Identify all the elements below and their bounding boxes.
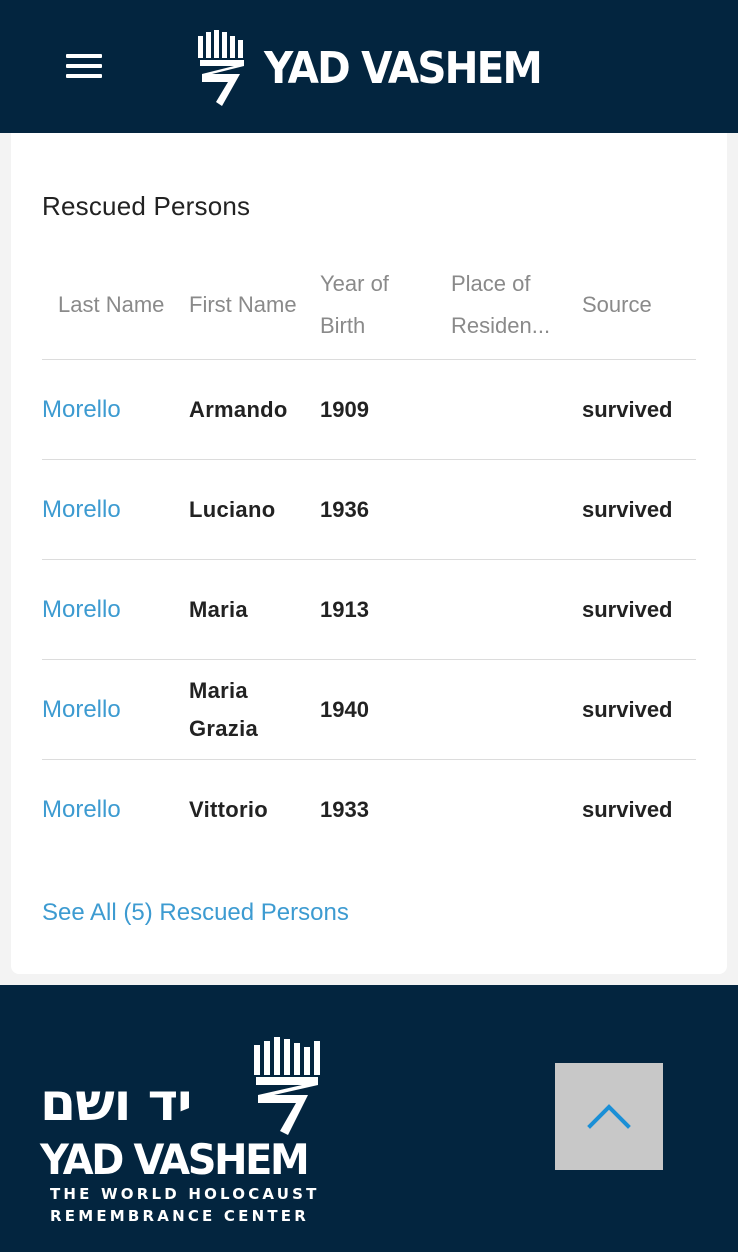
first-name-cell: Armando	[189, 359, 320, 460]
menorah-logo-icon	[254, 1037, 320, 1135]
column-header-first-name[interactable]: First Name	[189, 243, 320, 360]
column-header-year-of-birth[interactable]: Year of Birth	[320, 243, 451, 360]
rescued-persons-card: Rescued Persons Last Name First Name Yea…	[11, 133, 727, 974]
last-name-link[interactable]: Morello	[42, 496, 121, 523]
hamburger-menu-icon[interactable]	[66, 54, 102, 80]
last-name-link[interactable]: Morello	[42, 796, 121, 823]
table-row: Morello Luciano 1936 survived	[42, 459, 696, 560]
source-cell: survived	[582, 796, 673, 822]
section-title: Rescued Persons	[42, 191, 251, 221]
column-header-place-of-residence[interactable]: Place of Residen...	[451, 243, 582, 360]
table-row: Morello Maria 1913 survived	[42, 559, 696, 660]
place-of-residence-cell	[451, 459, 582, 560]
back-to-top-button[interactable]	[555, 1063, 663, 1170]
footer-logo[interactable]: יד ושם YAD VASHEM THE WORLD HOLOCAUST RE…	[40, 1037, 330, 1232]
source-cell: survived	[582, 459, 696, 560]
table-row: Morello Maria Grazia 1940 survived	[42, 659, 696, 760]
footer-tagline-line-2: REMEMBRANCE CENTER	[50, 1207, 309, 1225]
table-row: Morello Armando 1909 survived	[42, 359, 696, 460]
source-cell: survived	[582, 559, 696, 660]
see-all-rescued-link[interactable]: See All (5) Rescued Persons	[42, 899, 349, 927]
place-of-residence-cell	[451, 659, 582, 760]
rescued-persons-table: Last Name First Name Year of Birth Place…	[42, 243, 696, 859]
last-name-link[interactable]: Morello	[42, 396, 121, 423]
site-footer: יד ושם YAD VASHEM THE WORLD HOLOCAUST RE…	[0, 985, 738, 1252]
year-of-birth-cell: 1936	[320, 459, 451, 560]
table-header-row: Last Name First Name Year of Birth Place…	[42, 243, 696, 360]
footer-hebrew-name: יד ושם	[40, 1073, 192, 1133]
year-of-birth-cell: 1940	[320, 659, 451, 760]
header-logo[interactable]: YAD VASHEM	[198, 28, 565, 108]
source-cell: survived	[582, 359, 696, 460]
year-of-birth-cell: 1913	[320, 559, 451, 660]
menorah-logo-icon	[198, 30, 244, 106]
place-of-residence-cell	[451, 760, 582, 860]
source-cell: survived	[582, 659, 696, 760]
year-of-birth-cell: 1933	[320, 796, 369, 822]
table-row: Morello Vittorio 1933 survived	[42, 760, 696, 860]
site-header: YAD VASHEM	[0, 0, 738, 133]
footer-brand-text: YAD VASHEM	[40, 1135, 310, 1184]
header-brand-text: YAD VASHEM	[264, 42, 543, 94]
first-name-cell: Luciano	[189, 459, 320, 560]
column-header-source[interactable]: Source	[582, 243, 696, 360]
last-name-link[interactable]: Morello	[42, 596, 121, 623]
column-header-last-name[interactable]: Last Name	[42, 243, 189, 360]
year-of-birth-cell: 1909	[320, 359, 451, 460]
place-of-residence-cell	[451, 359, 582, 460]
first-name-cell: Maria	[189, 559, 320, 660]
last-name-link[interactable]: Morello	[42, 696, 121, 723]
footer-tagline-line-1: THE WORLD HOLOCAUST	[50, 1185, 320, 1203]
chevron-up-icon	[587, 1104, 631, 1129]
first-name-cell: Vittorio	[189, 796, 268, 822]
place-of-residence-cell	[451, 559, 582, 660]
first-name-cell: Maria Grazia	[189, 659, 320, 760]
